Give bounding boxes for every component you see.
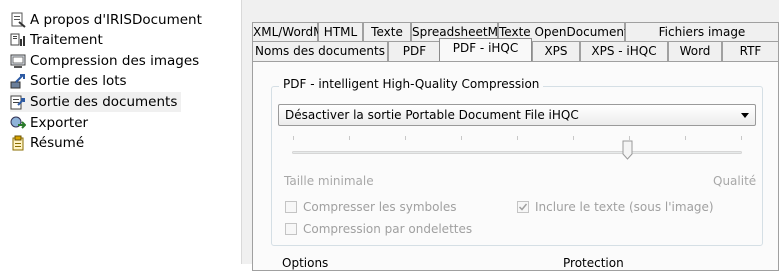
tab-pdf-ihqc[interactable]: PDF - iHQC xyxy=(439,38,532,61)
summary-icon xyxy=(10,135,26,151)
sidebar-item-label: Sortie des documents xyxy=(30,94,178,110)
compress-symbols-label: Compresser les symboles xyxy=(303,200,457,214)
slider-tick xyxy=(741,136,742,140)
processing-icon xyxy=(10,32,26,48)
slider-min-label: Taille minimale xyxy=(284,174,374,188)
slider-tick xyxy=(573,136,574,140)
sidebar-item-document-output[interactable]: Sortie des documents xyxy=(10,92,182,112)
export-icon xyxy=(10,115,27,131)
select-value: Désactiver la sortie Portable Document F… xyxy=(285,108,579,122)
compress-symbols-checkbox[interactable] xyxy=(285,201,297,213)
sidebar-item-label: Traitement xyxy=(30,32,103,48)
sidebar-item-label: Compression des images xyxy=(30,53,200,69)
tab-xml-wordml[interactable]: XML/WordML xyxy=(252,22,330,41)
sidebar-item-batch-output[interactable]: Sortie des lots xyxy=(10,71,131,91)
tab-xps[interactable]: XPS xyxy=(532,41,580,61)
sidebar-item-label: Résumé xyxy=(30,135,85,151)
sidebar-item-about[interactable]: A propos d'IRISDocument xyxy=(10,10,206,30)
image-compression-icon xyxy=(10,53,26,69)
options-section-label: Options xyxy=(282,256,329,270)
document-output-icon xyxy=(10,94,26,110)
slider-tick xyxy=(461,136,462,140)
sidebar-item-summary[interactable]: Résumé xyxy=(10,133,88,153)
batch-output-icon xyxy=(10,73,26,89)
sidebar-item-processing[interactable]: Traitement xyxy=(10,30,107,50)
tab-noms-des-documents[interactable]: Noms des documents xyxy=(252,41,388,61)
protection-section-label: Protection xyxy=(563,256,624,270)
wavelet-compression-checkbox[interactable] xyxy=(285,223,297,235)
tab-pdf[interactable]: PDF xyxy=(388,41,441,61)
sidebar-item-label: Exporter xyxy=(30,115,89,131)
include-text-label: Inclure le texte (sous l'image) xyxy=(535,200,714,214)
sidebar: A propos d'IRISDocument Traitement Compr… xyxy=(0,0,241,264)
tab-texte[interactable]: Texte xyxy=(363,22,411,41)
slider-tick xyxy=(405,136,406,140)
tab-rtf[interactable]: RTF xyxy=(722,41,779,61)
wavelet-compression-label: Compression par ondelettes xyxy=(303,222,473,236)
sidebar-item-label: A propos d'IRISDocument xyxy=(30,12,202,28)
sidebar-item-export[interactable]: Exporter xyxy=(10,113,92,133)
slider-tick xyxy=(517,136,518,140)
tab-fichiers-image[interactable]: Fichiers image xyxy=(625,22,779,41)
quality-slider-thumb[interactable] xyxy=(622,140,633,160)
tab-word[interactable]: Word xyxy=(668,41,722,61)
slider-tick xyxy=(685,136,686,140)
slider-max-label: Qualité xyxy=(713,174,757,188)
tab-html[interactable]: HTML xyxy=(318,22,363,41)
slider-tick xyxy=(349,136,350,140)
group-title: PDF - intelligent High-Quality Compressi… xyxy=(279,77,544,91)
sidebar-item-label: Sortie des lots xyxy=(30,73,127,89)
ihqc-output-select[interactable]: Désactiver la sortie Portable Document F… xyxy=(278,104,756,126)
chevron-down-icon xyxy=(741,113,749,118)
include-text-checkbox[interactable] xyxy=(517,201,529,213)
tab-xps-ihqc[interactable]: XPS - iHQC xyxy=(580,41,668,61)
quality-slider-track[interactable] xyxy=(292,151,742,154)
document-info-icon xyxy=(10,12,26,28)
sidebar-item-image-compression[interactable]: Compression des images xyxy=(10,51,203,71)
slider-tick xyxy=(293,136,294,140)
